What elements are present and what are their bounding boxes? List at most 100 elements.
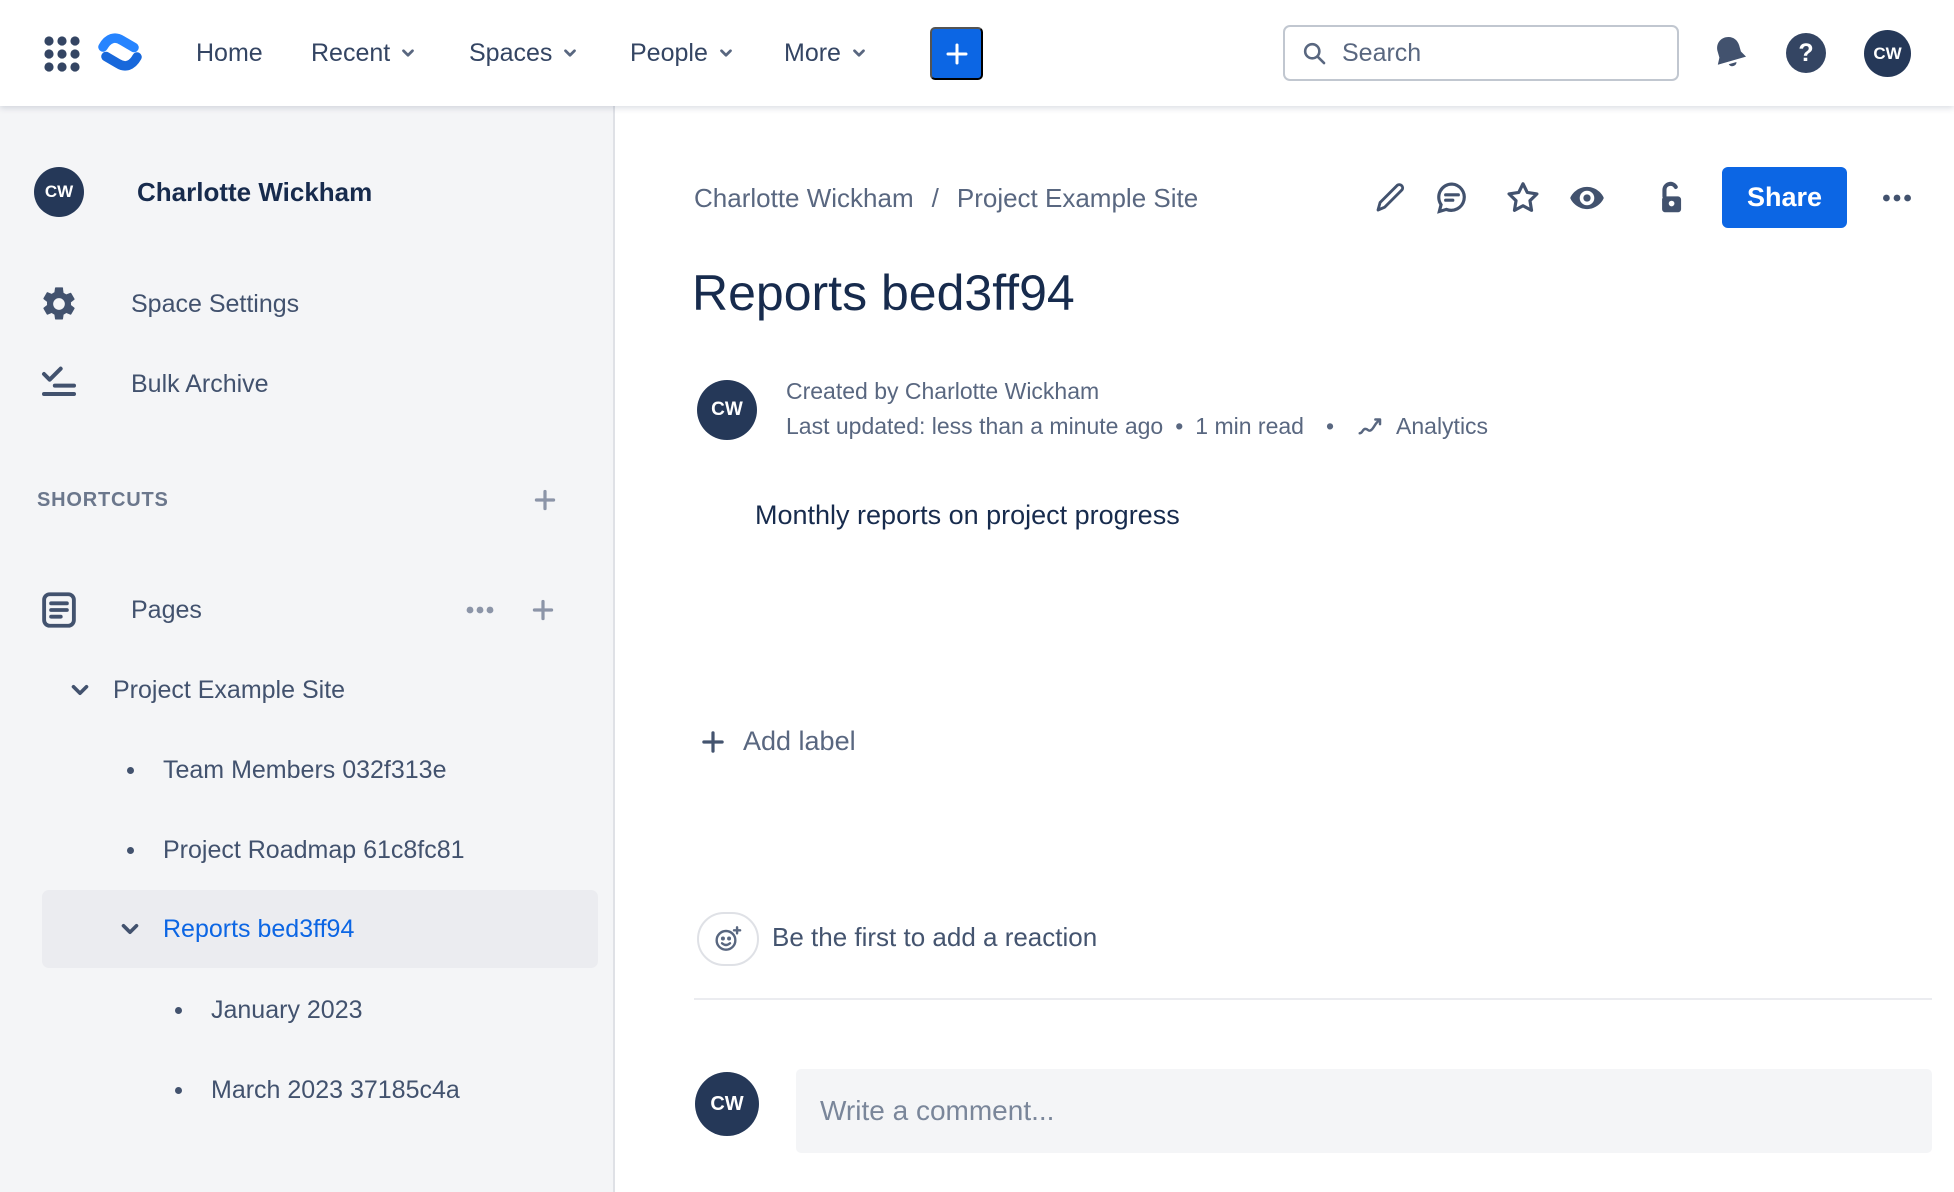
- tree-item-label: March 2023 37185c4a: [211, 1075, 460, 1104]
- tree-item-project-roadmap[interactable]: Project Roadmap 61c8fc81: [0, 825, 597, 875]
- more-actions-button[interactable]: [1878, 179, 1916, 217]
- breadcrumb-link-space-owner[interactable]: Charlotte Wickham: [694, 183, 914, 214]
- analytics-chart-icon: [1356, 412, 1386, 442]
- analytics-label: Analytics: [1396, 413, 1489, 439]
- nav-item-label: Recent: [311, 38, 391, 67]
- pages-more-button[interactable]: [460, 590, 500, 630]
- tree-item-january-2023[interactable]: January 2023: [0, 985, 597, 1035]
- nav-item-spaces[interactable]: Spaces: [469, 0, 579, 106]
- breadcrumb-separator: /: [931, 182, 939, 213]
- pages-icon: [37, 588, 81, 632]
- plus-icon: [943, 40, 971, 68]
- confluence-app: Home Recent Spaces People More Search ? …: [0, 0, 1954, 1192]
- nav-item-people[interactable]: People: [630, 0, 735, 106]
- tree-item-march-2023[interactable]: March 2023 37185c4a: [0, 1065, 597, 1115]
- bullet-icon: [160, 1006, 196, 1014]
- analytics-button[interactable]: Analytics: [1356, 409, 1488, 444]
- question-mark-icon: ?: [1798, 38, 1814, 67]
- star-icon[interactable]: [1504, 179, 1542, 217]
- bell-icon: [1708, 32, 1752, 76]
- shortcuts-heading: SHORTCUTS: [37, 488, 169, 511]
- plus-icon: [528, 595, 558, 625]
- ellipsis-icon: [1879, 180, 1915, 216]
- page-title: Reports bed3ff94: [692, 265, 1075, 321]
- notifications-button[interactable]: [1702, 31, 1758, 77]
- add-label-button[interactable]: Add label: [698, 726, 856, 757]
- nav-item-label: More: [784, 38, 841, 67]
- search-bar: [1283, 25, 1679, 81]
- top-nav: Home Recent Spaces People More Search ? …: [0, 0, 1954, 106]
- avatar-initials: CW: [1873, 43, 1902, 63]
- tree-item-label: Project Example Site: [113, 675, 346, 704]
- gear-icon: [37, 282, 81, 326]
- chevron-down-icon: [399, 44, 417, 62]
- tree-item-reports-selected[interactable]: Reports bed3ff94: [42, 890, 598, 968]
- add-reaction-button[interactable]: [697, 912, 759, 966]
- nav-item-more[interactable]: More: [784, 0, 868, 106]
- watch-eye-icon[interactable]: [1568, 179, 1606, 217]
- nav-item-label: Spaces: [469, 38, 553, 67]
- bulk-archive-icon: [37, 362, 81, 406]
- comment-box: [796, 1069, 1932, 1153]
- avatar-initials: CW: [44, 182, 74, 201]
- comment-button[interactable]: [1433, 179, 1471, 217]
- space-avatar: CW: [34, 167, 84, 217]
- read-time-text: 1 min read: [1195, 413, 1304, 439]
- plus-icon: [530, 485, 560, 515]
- add-page-button[interactable]: [523, 590, 563, 630]
- pencil-icon: [1372, 180, 1408, 216]
- add-label-text: Add label: [743, 726, 856, 756]
- chevron-down-icon: [717, 44, 735, 62]
- unlock-icon[interactable]: [1651, 179, 1689, 217]
- tree-item-label: January 2023: [211, 995, 363, 1024]
- breadcrumb: Charlotte Wickham / Project Example Site: [694, 172, 1198, 224]
- sidebar-item-label: Bulk Archive: [131, 369, 269, 398]
- space-header[interactable]: CW Charlotte Wickham: [34, 167, 372, 217]
- byline: Created by Charlotte Wickham Last update…: [786, 374, 1488, 444]
- pages-heading: Pages: [131, 595, 202, 624]
- created-by-text: Created by Charlotte Wickham: [786, 378, 1100, 404]
- bullet-icon: [160, 1086, 196, 1094]
- page-content: Charlotte Wickham / Project Example Site: [616, 106, 1954, 1192]
- pages-section-header[interactable]: Pages: [37, 585, 577, 635]
- chevron-down-icon: [112, 916, 148, 942]
- last-updated-text: Last updated: less than a minute ago: [786, 413, 1164, 439]
- ellipsis-icon: [463, 593, 497, 627]
- app-switcher-button[interactable]: [37, 34, 87, 74]
- meta-separator: •: [1325, 413, 1335, 439]
- tree-item-label: Reports bed3ff94: [163, 914, 355, 943]
- add-shortcut-button[interactable]: [525, 480, 565, 520]
- chevron-down-icon: [850, 44, 868, 62]
- confluence-logo[interactable]: [98, 31, 142, 75]
- sidebar-item-bulk-archive[interactable]: Bulk Archive: [37, 359, 269, 409]
- reaction-prompt-text: Be the first to add a reaction: [772, 922, 1098, 952]
- bullet-icon: [112, 846, 148, 854]
- tree-item-label: Team Members 032f313e: [163, 755, 447, 784]
- avatar-initials: CW: [711, 399, 743, 420]
- meta-separator: •: [1175, 413, 1184, 439]
- chevron-down-icon: [62, 677, 98, 703]
- search-icon: [1301, 40, 1328, 67]
- help-button[interactable]: ?: [1786, 33, 1826, 73]
- tree-item-project-example-site[interactable]: Project Example Site: [0, 665, 597, 715]
- profile-avatar[interactable]: CW: [1864, 30, 1911, 77]
- sidebar-item-label: Space Settings: [131, 289, 300, 318]
- edit-button[interactable]: [1371, 179, 1409, 217]
- page-body-text: Monthly reports on project progress: [755, 500, 1180, 530]
- nav-item-label: Home: [196, 38, 263, 67]
- space-sidebar: CW Charlotte Wickham Space Settings Bulk…: [0, 106, 615, 1192]
- plus-icon: [698, 727, 728, 757]
- share-button[interactable]: Share: [1722, 167, 1847, 228]
- commenter-avatar: CW: [695, 1072, 759, 1136]
- avatar-initials: CW: [710, 1092, 744, 1115]
- nav-item-home[interactable]: Home: [196, 0, 263, 106]
- create-button[interactable]: [930, 27, 983, 80]
- nav-item-recent[interactable]: Recent: [311, 0, 417, 106]
- nav-item-label: People: [630, 38, 708, 67]
- tree-item-team-members[interactable]: Team Members 032f313e: [0, 745, 597, 795]
- author-avatar[interactable]: CW: [697, 380, 757, 440]
- comment-input[interactable]: [796, 1095, 1932, 1127]
- breadcrumb-link-parent-page[interactable]: Project Example Site: [957, 183, 1198, 214]
- sidebar-item-space-settings[interactable]: Space Settings: [37, 279, 299, 329]
- search-input[interactable]: [1340, 37, 1666, 69]
